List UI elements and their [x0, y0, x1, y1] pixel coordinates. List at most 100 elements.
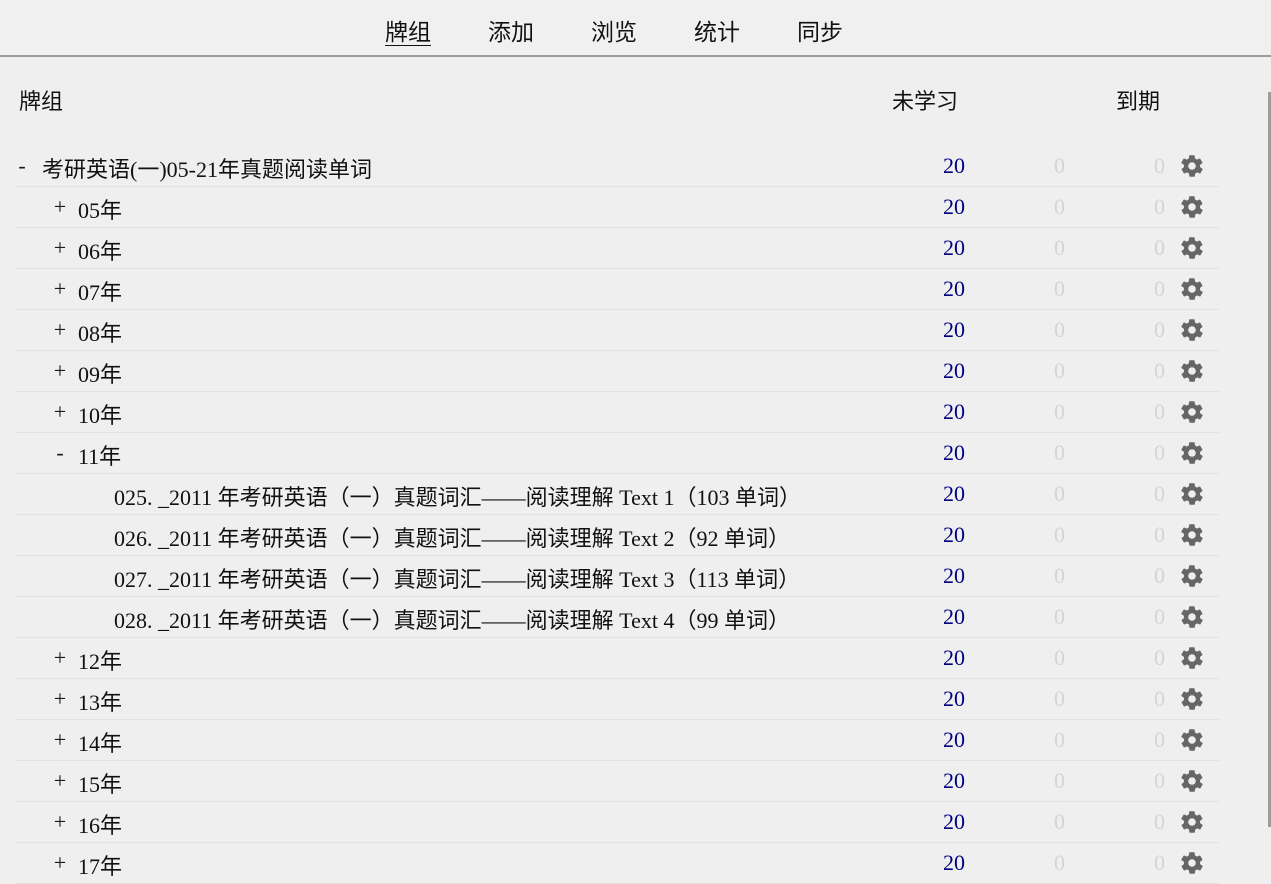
deck-row: +12年 20 0 0	[15, 638, 1219, 679]
new-count: 20	[943, 276, 965, 301]
gear-icon[interactable]	[1179, 645, 1205, 671]
new-count: 20	[943, 317, 965, 342]
learning-count: 0	[1054, 399, 1065, 424]
learning-count: 0	[1054, 276, 1065, 301]
nav-tab-decks[interactable]: 牌组	[385, 13, 431, 47]
expand-toggle[interactable]: +	[53, 317, 67, 343]
due-count: 0	[1154, 276, 1165, 301]
gear-icon[interactable]	[1179, 440, 1205, 466]
nav-tab-browse[interactable]: 浏览	[591, 13, 637, 47]
deck-row: +07年 20 0 0	[15, 269, 1219, 310]
deck-row: 027. _2011 年考研英语（一）真题词汇——阅读理解 Text 3（113…	[15, 556, 1219, 597]
deck-name-link[interactable]: 14年	[78, 726, 122, 758]
expand-toggle[interactable]: +	[53, 645, 67, 671]
expand-toggle[interactable]: +	[53, 686, 67, 712]
gear-icon[interactable]	[1179, 358, 1205, 384]
deck-row: +08年 20 0 0	[15, 310, 1219, 351]
expand-toggle[interactable]: +	[53, 727, 67, 753]
deck-name-link[interactable]: 07年	[78, 275, 122, 307]
deck-row: +16年 20 0 0	[15, 802, 1219, 843]
learning-count: 0	[1054, 727, 1065, 752]
new-count: 20	[943, 727, 965, 752]
deck-name-link[interactable]: 026. _2011 年考研英语（一）真题词汇——阅读理解 Text 2（92 …	[114, 521, 790, 553]
deck-name-link[interactable]: 025. _2011 年考研英语（一）真题词汇——阅读理解 Text 1（103…	[114, 480, 801, 512]
new-count: 20	[943, 809, 965, 834]
gear-icon[interactable]	[1179, 235, 1205, 261]
gear-icon[interactable]	[1179, 317, 1205, 343]
deck-name-link[interactable]: 06年	[78, 234, 122, 266]
gear-icon[interactable]	[1179, 522, 1205, 548]
gear-icon[interactable]	[1179, 153, 1205, 179]
learning-count: 0	[1054, 604, 1065, 629]
deck-name-link[interactable]: 13年	[78, 685, 122, 717]
due-count: 0	[1154, 686, 1165, 711]
expand-toggle[interactable]: +	[53, 358, 67, 384]
due-column-header: 到期	[1116, 89, 1161, 114]
gear-icon[interactable]	[1179, 809, 1205, 835]
learning-count: 0	[1054, 563, 1065, 588]
expand-toggle[interactable]: +	[53, 276, 67, 302]
learning-count: 0	[1054, 645, 1065, 670]
expand-toggle[interactable]: +	[53, 194, 67, 220]
deck-name-link[interactable]: 11年	[78, 439, 121, 471]
deck-name-link[interactable]: 15年	[78, 767, 122, 799]
expand-toggle[interactable]: +	[53, 850, 67, 876]
deck-name-link[interactable]: 08年	[78, 316, 122, 348]
deck-list: - 考研英语(一)05-21年真题阅读单词 20 0 0 +05年 20 0 0 +06年 20 0 0…	[15, 146, 1219, 884]
new-count: 20	[943, 194, 965, 219]
learning-count: 0	[1054, 481, 1065, 506]
deck-name-link[interactable]: 027. _2011 年考研英语（一）真题词汇——阅读理解 Text 3（113…	[114, 562, 800, 594]
due-count: 0	[1154, 358, 1165, 383]
deck-row: -11年 20 0 0	[15, 433, 1219, 474]
gear-icon[interactable]	[1179, 194, 1205, 220]
due-count: 0	[1154, 768, 1165, 793]
gear-icon[interactable]	[1179, 768, 1205, 794]
deck-row: +05年 20 0 0	[15, 187, 1219, 228]
new-count: 20	[943, 153, 965, 178]
due-count: 0	[1154, 522, 1165, 547]
deck-name-link[interactable]: 05年	[78, 193, 122, 225]
deck-name-link[interactable]: 17年	[78, 849, 122, 881]
due-count: 0	[1154, 604, 1165, 629]
deck-row: +06年 20 0 0	[15, 228, 1219, 269]
gear-icon[interactable]	[1179, 399, 1205, 425]
deck-row: +10年 20 0 0	[15, 392, 1219, 433]
new-count: 20	[943, 235, 965, 260]
due-count: 0	[1154, 399, 1165, 424]
new-count: 20	[943, 522, 965, 547]
deck-column-header: 牌组	[19, 89, 64, 114]
gear-icon[interactable]	[1179, 563, 1205, 589]
deck-name-link[interactable]: 028. _2011 年考研英语（一）真题词汇——阅读理解 Text 4（99 …	[114, 603, 790, 635]
gear-icon[interactable]	[1179, 604, 1205, 630]
nav-tab-stats[interactable]: 统计	[694, 13, 740, 47]
due-count: 0	[1154, 153, 1165, 178]
learning-count: 0	[1054, 850, 1065, 875]
gear-icon[interactable]	[1179, 481, 1205, 507]
gear-icon[interactable]	[1179, 727, 1205, 753]
nav-tab-sync[interactable]: 同步	[797, 13, 843, 47]
gear-icon[interactable]	[1179, 850, 1205, 876]
gear-icon[interactable]	[1179, 686, 1205, 712]
new-count: 20	[943, 481, 965, 506]
learning-count: 0	[1054, 686, 1065, 711]
deck-name-link[interactable]: 16年	[78, 808, 122, 840]
due-count: 0	[1154, 194, 1165, 219]
learning-count: 0	[1054, 809, 1065, 834]
gear-icon[interactable]	[1179, 276, 1205, 302]
deck-row: +15年 20 0 0	[15, 761, 1219, 802]
collapse-toggle[interactable]: -	[15, 153, 29, 179]
collapse-toggle[interactable]: -	[53, 440, 67, 466]
expand-toggle[interactable]: +	[53, 235, 67, 261]
expand-toggle[interactable]: +	[53, 809, 67, 835]
expand-toggle[interactable]: +	[53, 768, 67, 794]
new-count: 20	[943, 563, 965, 588]
deck-name-link[interactable]: 12年	[78, 644, 122, 676]
deck-row: - 考研英语(一)05-21年真题阅读单词 20 0 0	[15, 146, 1219, 187]
deck-name-link[interactable]: 09年	[78, 357, 122, 389]
nav-tab-add[interactable]: 添加	[488, 13, 534, 47]
deck-row: 028. _2011 年考研英语（一）真题词汇——阅读理解 Text 4（99 …	[15, 597, 1219, 638]
deck-name-link[interactable]: 10年	[78, 398, 122, 430]
deck-name-link[interactable]: 考研英语(一)05-21年真题阅读单词	[42, 152, 372, 184]
due-count: 0	[1154, 563, 1165, 588]
expand-toggle[interactable]: +	[53, 399, 67, 425]
